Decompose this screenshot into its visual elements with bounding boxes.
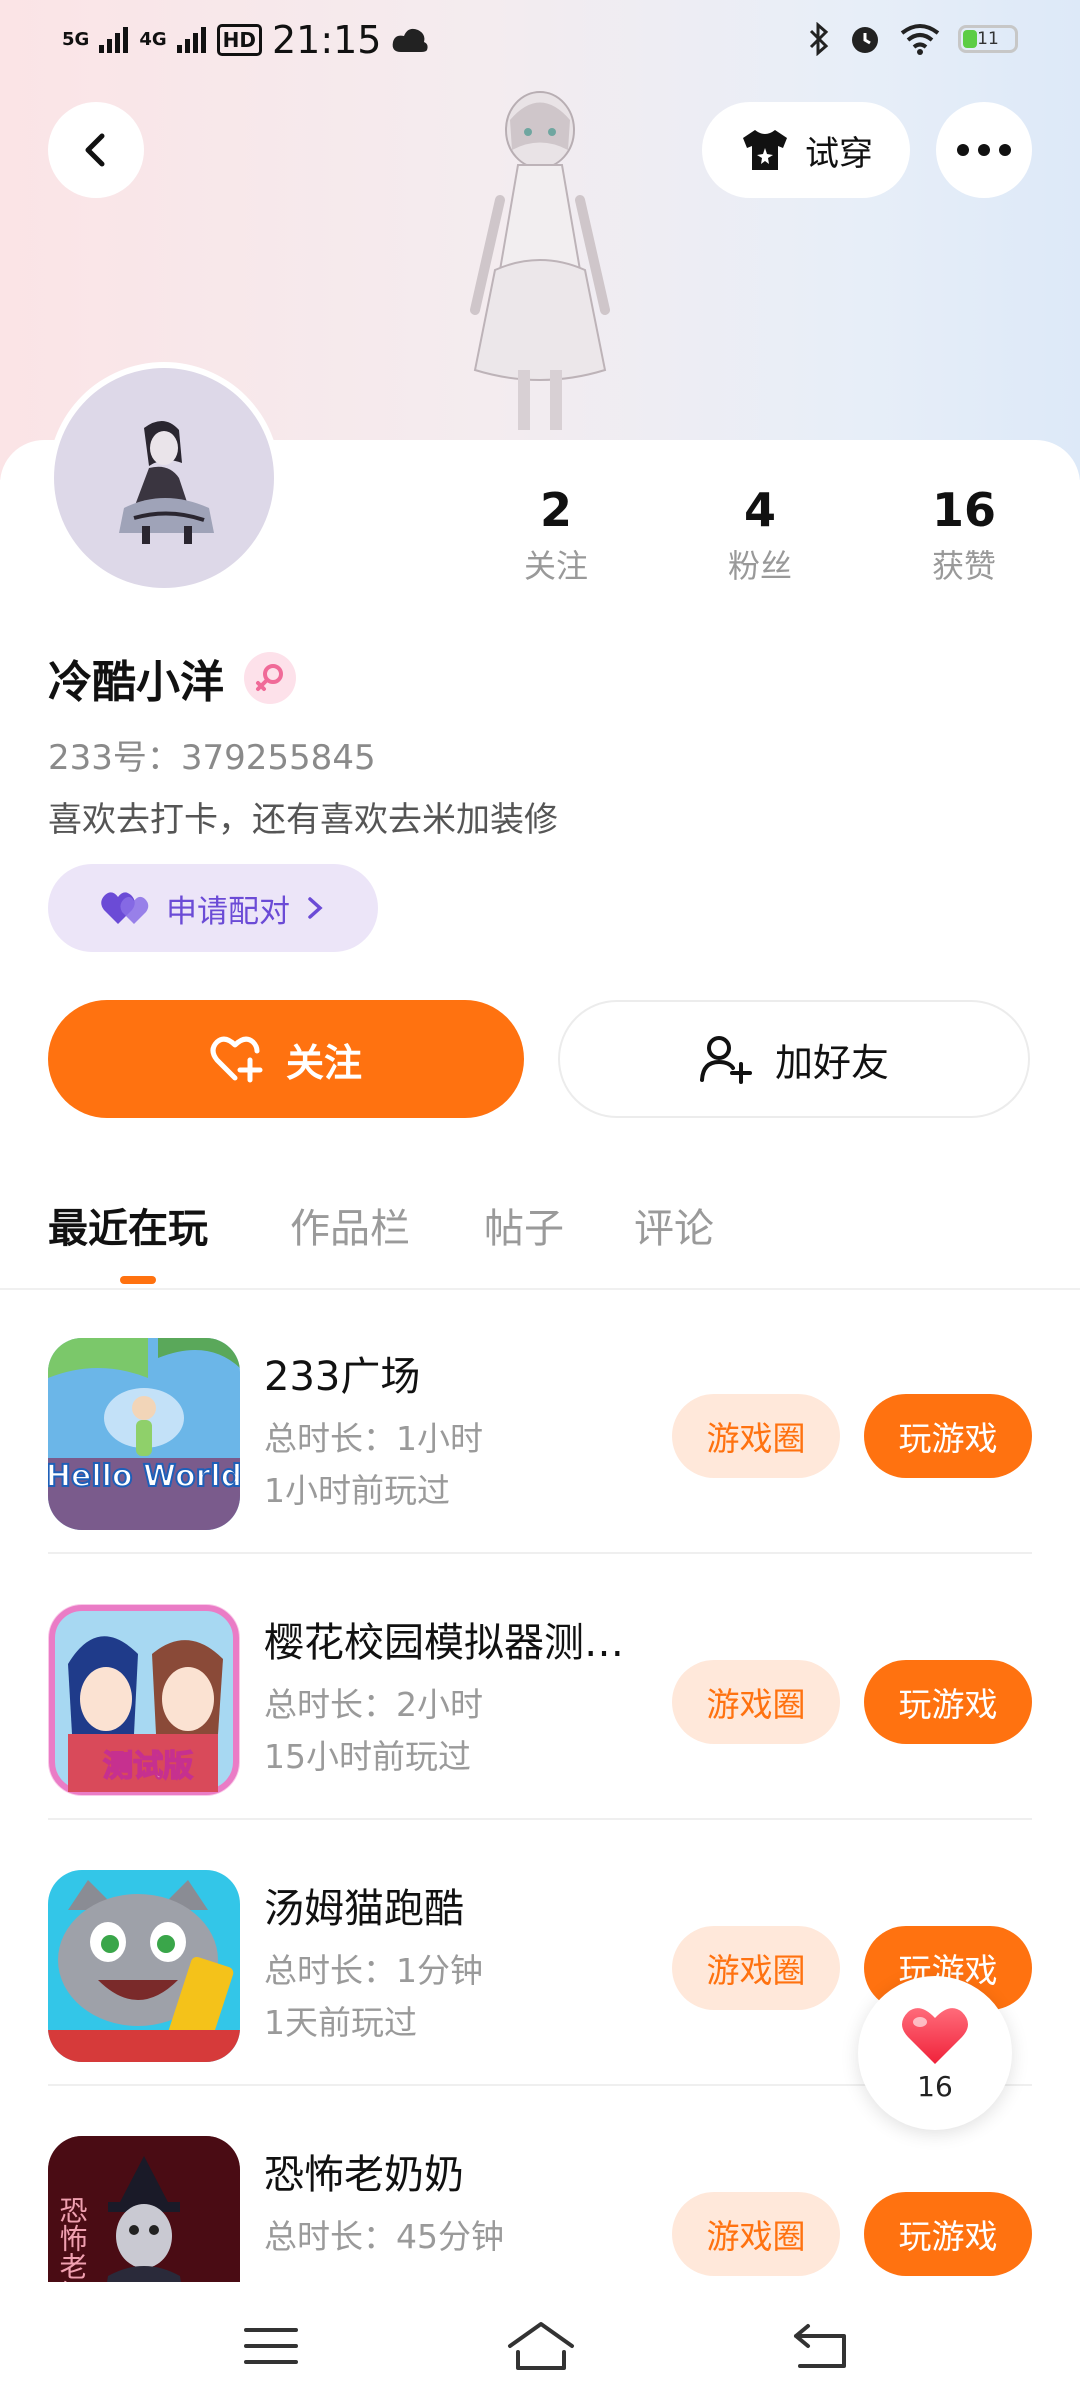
game-title: 汤姆猫跑酷 <box>264 1886 464 1932</box>
game-total-duration: 总时长：45分钟 <box>264 2217 504 2256</box>
more-dots-icon <box>957 144 1011 156</box>
system-navigation-bar <box>0 2282 1080 2408</box>
game-circle-button[interactable]: 游戏圈 <box>672 2192 840 2276</box>
user-id: 233号：379255845 <box>48 738 376 778</box>
like-button[interactable]: 16 <box>858 1976 1012 2130</box>
game-icon-tom-cat-run <box>48 1870 240 2062</box>
follow-label: 关注 <box>285 1040 362 1085</box>
add-friend-button[interactable]: 加好友 <box>558 1000 1030 1118</box>
double-heart-icon <box>101 892 149 924</box>
game-last-played: 1小时前玩过 <box>264 1471 450 1510</box>
heart-icon <box>902 2007 968 2064</box>
likes-stat[interactable]: 16 获赞 <box>884 480 1044 588</box>
shirt-icon <box>743 130 787 170</box>
battery-level: 11 <box>977 29 999 49</box>
more-options-button[interactable] <box>936 102 1032 198</box>
tab-works[interactable]: 作品栏 <box>290 1196 410 1254</box>
following-stat[interactable]: 2 关注 <box>476 480 636 588</box>
status-time: 21:15 <box>271 18 382 62</box>
list-item[interactable]: Hello World 233广场 总时长：1小时 1小时前玩过 游戏圈 玩游戏 <box>0 1288 1080 1554</box>
game-icon-233-plaza: Hello World <box>48 1338 240 1530</box>
menu-icon[interactable] <box>236 2318 306 2374</box>
game-title: 233广场 <box>264 1354 421 1400</box>
like-count: 16 <box>917 2069 953 2103</box>
signal-icon <box>99 27 129 53</box>
tab-posts[interactable]: 帖子 <box>484 1196 564 1254</box>
fans-count: 4 <box>743 483 776 537</box>
fans-label: 粉丝 <box>727 547 792 585</box>
play-game-button[interactable]: 玩游戏 <box>864 2192 1032 2276</box>
back-button[interactable] <box>48 102 144 198</box>
game-title: 恐怖老奶奶 <box>264 2152 464 2198</box>
game-last-played: 15小时前玩过 <box>264 1737 471 1776</box>
game-last-played: 1天前玩过 <box>264 2003 417 2042</box>
bluetooth-icon <box>809 22 829 56</box>
game-circle-button[interactable]: 游戏圈 <box>672 1926 840 2010</box>
alarm-icon <box>852 27 878 53</box>
status-bar: 5G 4G HD 21:15 11 <box>0 0 1080 82</box>
signal-icon <box>176 27 207 53</box>
avatar-character-image <box>119 420 214 544</box>
battery-icon: 11 <box>958 25 1018 53</box>
active-tab-indicator <box>120 1276 156 1284</box>
likes-label: 获赞 <box>931 547 996 585</box>
game-title: 樱花校园模拟器测… <box>264 1620 624 1666</box>
name-row: 冷酷小洋 <box>48 646 296 710</box>
add-user-icon <box>699 1036 752 1084</box>
game-icon-sakura-school: 测试版 <box>48 1604 240 1796</box>
avatar[interactable] <box>48 362 280 594</box>
icon-text: 测试版 <box>103 1749 193 1784</box>
request-pair-label: 申请配对 <box>166 893 290 930</box>
hd-voice-badge: HD <box>216 24 262 56</box>
female-gender-icon <box>244 652 296 704</box>
tab-comments[interactable]: 评论 <box>634 1196 714 1254</box>
user-bio: 喜欢去打卡，还有喜欢去米加装修 <box>48 800 558 840</box>
chevron-right-icon <box>308 897 323 919</box>
user-name: 冷酷小洋 <box>48 657 224 708</box>
add-friend-label: 加好友 <box>774 1040 889 1085</box>
likes-count: 16 <box>931 483 996 537</box>
wifi-icon <box>900 24 940 55</box>
try-on-button[interactable]: 试穿 <box>702 102 910 198</box>
try-on-label: 试穿 <box>805 133 873 174</box>
game-total-duration: 总时长：1小时 <box>264 1419 483 1458</box>
back-nav-icon[interactable] <box>786 2318 856 2374</box>
game-total-duration: 总时长：2小时 <box>264 1685 483 1724</box>
list-item[interactable]: 测试版 樱花校园模拟器测… 总时长：2小时 15小时前玩过 游戏圈 玩游戏 <box>0 1554 1080 1820</box>
cloud-icon <box>393 28 429 52</box>
following-label: 关注 <box>523 547 588 585</box>
follow-button[interactable]: 关注 <box>48 1000 524 1118</box>
tab-recently-played[interactable]: 最近在玩 <box>48 1196 208 1254</box>
network-4g-label: 4G <box>139 29 167 50</box>
fans-stat[interactable]: 4 粉丝 <box>680 480 840 588</box>
following-count: 2 <box>539 483 572 537</box>
network-5g-label: 5G <box>62 29 90 50</box>
chevron-left-icon <box>85 133 105 167</box>
game-total-duration: 总时长：1分钟 <box>264 1951 483 1990</box>
game-circle-button[interactable]: 游戏圈 <box>672 1394 840 1478</box>
avatar-figure-image <box>470 91 610 430</box>
game-circle-button[interactable]: 游戏圈 <box>672 1660 840 1744</box>
request-pair-button[interactable]: 申请配对 <box>48 864 378 952</box>
heart-plus-icon <box>210 1036 263 1083</box>
content-tabs: 最近在玩 作品栏 帖子 评论 <box>0 1156 1080 1290</box>
play-game-button[interactable]: 玩游戏 <box>864 1394 1032 1478</box>
icon-text: Hello World <box>48 1459 240 1494</box>
home-icon[interactable] <box>506 2318 576 2374</box>
play-game-button[interactable]: 玩游戏 <box>864 1660 1032 1744</box>
